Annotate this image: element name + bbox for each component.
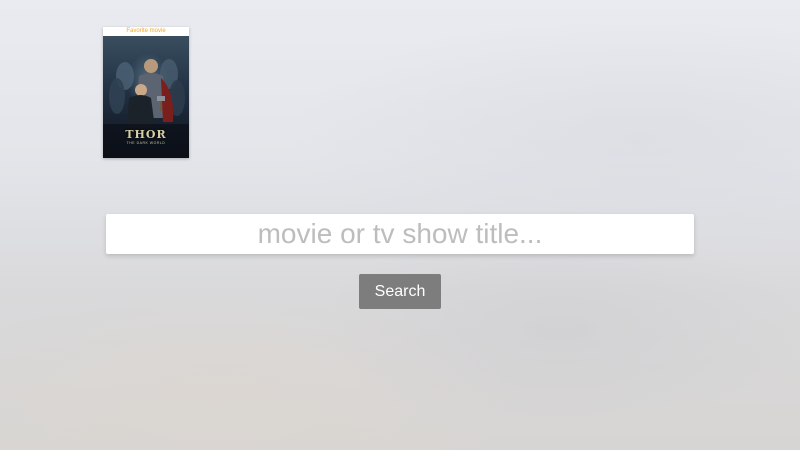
poster-title: THOR: [125, 128, 167, 141]
poster-subtitle: THE DARK WORLD: [126, 141, 166, 145]
search-input[interactable]: [106, 214, 694, 254]
search-button[interactable]: Search: [359, 274, 441, 309]
favorite-movie-tile[interactable]: Favorite movie THOR THE DARK WORLD: [103, 27, 189, 158]
movie-poster: THOR THE DARK WORLD: [103, 36, 189, 158]
favorite-label: Favorite movie: [103, 27, 189, 36]
